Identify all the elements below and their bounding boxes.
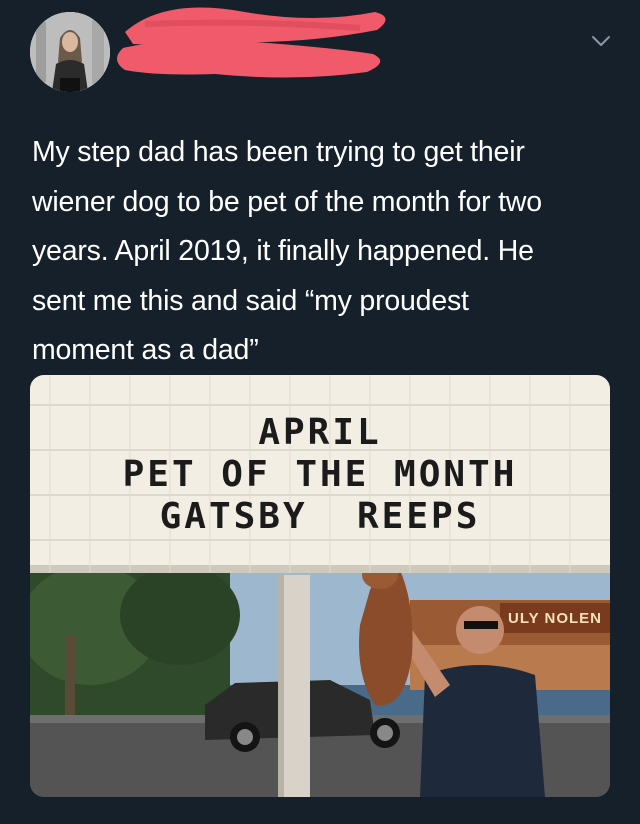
avatar[interactable]	[30, 12, 110, 92]
tweet-line: sent me this and said “my proudest	[32, 284, 469, 317]
storefront-sign: ULY NOLEN	[507, 609, 603, 627]
tweet-line: moment as a dad”	[32, 334, 259, 366]
tweet-line: wiener dog to be pet of the month for tw…	[32, 185, 542, 218]
chevron-down-icon[interactable]	[588, 28, 614, 54]
avatar-image	[30, 12, 110, 92]
tweet-photo[interactable]: APRIL PET OF THE MONTH GATSBY REEPS ULY …	[30, 375, 610, 797]
redacted-username	[116, 7, 386, 78]
tweet-line: My step dad has been trying to get their	[32, 136, 525, 168]
sign-line-title: PET OF THE MONTH	[122, 454, 518, 495]
tweet-text: My step dad has been trying to get their…	[32, 128, 622, 376]
sign-line-name: GATSBY REEPS	[159, 496, 481, 537]
sign-line-month: APRIL	[258, 412, 382, 453]
tweet-line: years. April 2019, it finally happened. …	[32, 235, 534, 267]
